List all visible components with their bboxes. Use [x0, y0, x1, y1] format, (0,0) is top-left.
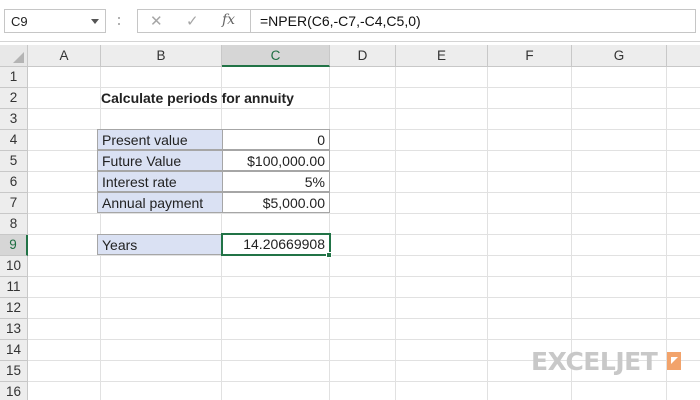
logo-text: EXCELJET: [531, 347, 658, 376]
label-future-value[interactable]: Future Value: [97, 150, 223, 171]
column-header-overflow: [667, 45, 700, 67]
insert-function-icon[interactable]: fx: [222, 12, 235, 28]
logo-mark-icon: [667, 352, 681, 370]
row-header-3[interactable]: 3: [0, 109, 28, 130]
exceljet-logo: EXCELJET: [531, 347, 681, 377]
label-interest-rate[interactable]: Interest rate: [97, 171, 223, 192]
name-box-value: C9: [11, 14, 28, 29]
value-future-value[interactable]: $100,000.00: [222, 150, 330, 171]
chevron-down-icon[interactable]: [91, 19, 99, 24]
row-header-9[interactable]: 9: [0, 235, 28, 256]
row-header-5[interactable]: 5: [0, 151, 28, 172]
row-header-13[interactable]: 13: [0, 319, 28, 340]
row-header-16[interactable]: 16: [0, 382, 28, 400]
row-header-10[interactable]: 10: [0, 256, 28, 277]
row-header-4[interactable]: 4: [0, 130, 28, 151]
gridline: [28, 318, 700, 319]
select-all-button[interactable]: [0, 45, 28, 67]
gridline: [28, 381, 700, 382]
name-box[interactable]: C9: [4, 9, 106, 33]
value-annual-payment[interactable]: $5,000.00: [222, 192, 330, 213]
gridline: [28, 276, 700, 277]
label-present-value[interactable]: Present value: [97, 129, 223, 150]
column-header-d[interactable]: D: [330, 45, 396, 67]
formula-text: =NPER(C6,-C7,-C4,C5,0): [260, 13, 421, 29]
select-all-icon: [13, 52, 24, 63]
gridline: [28, 297, 700, 298]
sheet-title[interactable]: Calculate periods for annuity: [97, 88, 298, 109]
result-cell-c9[interactable]: 14.20669908: [221, 233, 331, 256]
column-header-a[interactable]: A: [28, 45, 101, 67]
value-interest-rate[interactable]: 5%: [222, 171, 330, 192]
column-header-b[interactable]: B: [101, 45, 222, 67]
column-header-c[interactable]: C: [222, 45, 330, 67]
row-header-1[interactable]: 1: [0, 67, 28, 88]
column-header-e[interactable]: E: [396, 45, 488, 67]
row-header-15[interactable]: 15: [0, 361, 28, 382]
fill-handle[interactable]: [326, 252, 332, 258]
cancel-icon[interactable]: ✕: [150, 12, 163, 30]
formula-input[interactable]: =NPER(C6,-C7,-C4,C5,0): [250, 9, 696, 33]
formula-buttons: ✕ ✓ fx: [137, 9, 250, 33]
row-header-6[interactable]: 6: [0, 172, 28, 193]
gridline: [28, 339, 700, 340]
formula-bar: C9 ✕ ✓ fx =NPER(C6,-C7,-C4,C5,0): [0, 0, 700, 42]
enter-icon[interactable]: ✓: [186, 12, 199, 30]
formula-bar-grip[interactable]: [118, 10, 120, 32]
value-present-value[interactable]: 0: [222, 129, 330, 150]
row-header-7[interactable]: 7: [0, 193, 28, 214]
row-header-11[interactable]: 11: [0, 277, 28, 298]
row-header-14[interactable]: 14: [0, 340, 28, 361]
label-years[interactable]: Years: [97, 234, 223, 255]
row-header-2[interactable]: 2: [0, 88, 28, 109]
label-annual-payment[interactable]: Annual payment: [97, 192, 223, 213]
row-header-12[interactable]: 12: [0, 298, 28, 319]
row-header-8[interactable]: 8: [0, 214, 28, 235]
column-header-f[interactable]: F: [488, 45, 572, 67]
column-header-g[interactable]: G: [572, 45, 667, 67]
